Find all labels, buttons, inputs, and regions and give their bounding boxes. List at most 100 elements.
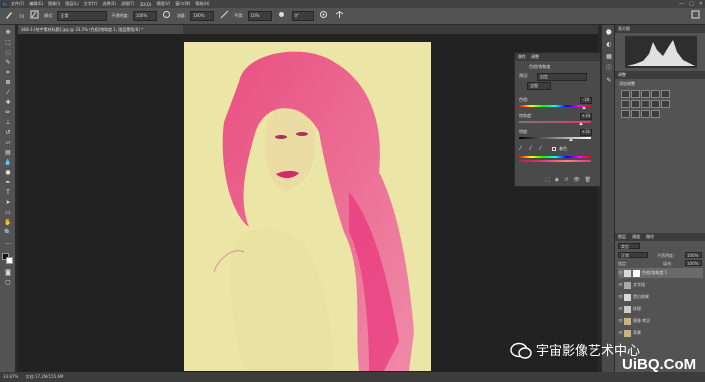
- blur-tool-icon[interactable]: 💧: [3, 159, 13, 167]
- layer-opacity-field[interactable]: 100%: [685, 252, 702, 258]
- gradient-tool-icon[interactable]: ▤: [3, 149, 13, 157]
- posterize-icon[interactable]: [631, 110, 640, 118]
- opacity-field[interactable]: 100%: [132, 11, 157, 21]
- layer-kind-filter[interactable]: 类型: [618, 243, 640, 249]
- pressure-size-icon[interactable]: [318, 10, 330, 22]
- document-canvas-image[interactable]: [184, 42, 431, 371]
- preset-select[interactable]: 自定: [537, 73, 587, 81]
- reset-icon[interactable]: ↺: [564, 177, 568, 185]
- menu-filter[interactable]: 滤镜(T): [121, 1, 135, 7]
- zoom-tool-icon[interactable]: 🔍: [3, 229, 13, 237]
- tab-properties[interactable]: 属性: [518, 53, 526, 61]
- mode-select[interactable]: 正常: [57, 11, 108, 21]
- photo-filter-icon[interactable]: [651, 100, 660, 108]
- swatches-panel-icon[interactable]: ▦: [605, 53, 613, 61]
- tab-adjustments[interactable]: 调整: [531, 53, 539, 61]
- clip-to-layer-icon[interactable]: ⬚: [545, 177, 550, 185]
- saturation-value-field[interactable]: +33: [580, 113, 592, 120]
- maximize-button[interactable]: □: [689, 0, 694, 8]
- move-tool-icon[interactable]: ✥: [3, 29, 13, 37]
- channel-select[interactable]: 全图: [527, 82, 551, 90]
- color-panel-icon[interactable]: ◐: [605, 41, 613, 49]
- menu-3d[interactable]: 3D(D): [140, 2, 152, 7]
- layer-row[interactable]: 👁 文字组: [618, 280, 703, 290]
- brush-size-value[interactable]: 74: [19, 14, 24, 19]
- adjustments-tab[interactable]: 调整: [615, 71, 705, 79]
- layer-row[interactable]: 👁 背景: [618, 328, 703, 338]
- brush-tool-preset-icon[interactable]: [3, 10, 15, 22]
- invert-icon[interactable]: [621, 110, 630, 118]
- document-tab[interactable]: 368-1-[哈宇素材标题].jpg @ 33.3% (色相/饱和度 1, 图层…: [18, 25, 183, 34]
- layer-row[interactable]: 👁 纹理: [618, 304, 703, 314]
- brush-settings-panel-icon[interactable]: [28, 10, 40, 22]
- healing-brush-tool-icon[interactable]: ✚: [3, 99, 13, 107]
- curves-icon[interactable]: [641, 90, 650, 98]
- lasso-tool-icon[interactable]: ◌: [3, 49, 13, 57]
- brush-angle-field[interactable]: 0°: [291, 11, 314, 21]
- rectangle-tool-icon[interactable]: ▭: [3, 209, 13, 217]
- eyedropper-minus-icon[interactable]: ⁄: [540, 145, 541, 152]
- layer-row[interactable]: 👁 色相/饱和度 1: [618, 268, 703, 278]
- menu-edit[interactable]: 编辑(E): [29, 1, 43, 7]
- layer-mask-thumbnail[interactable]: [633, 269, 640, 277]
- history-brush-tool-icon[interactable]: ↺: [3, 129, 13, 137]
- eraser-tool-icon[interactable]: ▱: [3, 139, 13, 147]
- black-white-icon[interactable]: [641, 100, 650, 108]
- lightness-slider-knob[interactable]: [569, 138, 573, 141]
- screen-mode-icon[interactable]: ▢: [3, 279, 13, 287]
- quick-mask-icon[interactable]: ◙: [3, 269, 13, 277]
- hue-value-field[interactable]: -30: [580, 97, 592, 104]
- clone-stamp-tool-icon[interactable]: ⊥: [3, 119, 13, 127]
- menu-select[interactable]: 选择(S): [102, 1, 116, 7]
- visibility-icon[interactable]: 👁: [573, 177, 579, 185]
- marquee-tool-icon[interactable]: ⬚: [3, 39, 13, 47]
- view-previous-icon[interactable]: ◉: [555, 177, 559, 185]
- airbrush-icon[interactable]: [218, 10, 230, 22]
- vibrance-icon[interactable]: [661, 90, 670, 98]
- brightness-contrast-icon[interactable]: [621, 90, 630, 98]
- background-color-swatch[interactable]: [6, 257, 13, 264]
- gradient-map-icon[interactable]: [651, 110, 660, 118]
- smoothing-field[interactable]: 10%: [247, 11, 272, 21]
- menu-file[interactable]: 文件(F): [11, 1, 24, 7]
- hue-slider[interactable]: [519, 105, 591, 107]
- eyedropper-tool-icon[interactable]: ⁄: [3, 89, 13, 97]
- menu-window[interactable]: 窗口(W): [175, 1, 190, 7]
- blend-mode-select[interactable]: 正常: [618, 252, 648, 258]
- colorize-checkbox[interactable]: [552, 147, 556, 151]
- quick-select-tool-icon[interactable]: ✎: [3, 59, 13, 67]
- brush-tool-icon[interactable]: ✏: [3, 109, 13, 117]
- type-tool-icon[interactable]: T: [3, 189, 13, 197]
- symmetry-icon[interactable]: [334, 10, 346, 22]
- workspace-icon[interactable]: [689, 10, 701, 22]
- menu-layer[interactable]: 图层(L): [65, 1, 78, 7]
- tab-paths[interactable]: 路径: [646, 233, 654, 241]
- hue-slider-knob[interactable]: [582, 106, 586, 109]
- menu-view[interactable]: 视图(V): [156, 1, 170, 7]
- threshold-icon[interactable]: [641, 110, 650, 118]
- brush-panel-icon[interactable]: ✎: [605, 77, 613, 85]
- info-panel-icon[interactable]: ⓘ: [605, 65, 613, 73]
- smoothing-settings-icon[interactable]: [276, 10, 288, 22]
- layer-row[interactable]: 👁 图像 拷贝: [618, 316, 703, 326]
- pen-tool-icon[interactable]: ✒: [3, 179, 13, 187]
- zoom-level[interactable]: 33.87%: [3, 374, 18, 379]
- eyedropper-plus-icon[interactable]: ⁄: [530, 145, 531, 152]
- color-balance-icon[interactable]: [631, 100, 640, 108]
- saturation-slider-knob[interactable]: [579, 122, 583, 125]
- menu-type[interactable]: 文字(Y): [84, 1, 98, 7]
- histogram-tab[interactable]: 直方图: [615, 25, 705, 33]
- hand-tool-icon[interactable]: ✋: [3, 219, 13, 227]
- menu-help[interactable]: 帮助(H): [195, 1, 209, 7]
- edit-toolbar-icon[interactable]: …: [3, 239, 13, 247]
- menu-image[interactable]: 图像(I): [48, 1, 60, 7]
- path-select-tool-icon[interactable]: ➤: [3, 199, 13, 207]
- delete-icon[interactable]: 🗑: [585, 177, 591, 185]
- eyedropper-icon[interactable]: ⁄: [520, 145, 521, 152]
- crop-tool-icon[interactable]: ⌗: [3, 69, 13, 77]
- levels-icon[interactable]: [631, 90, 640, 98]
- tab-channels[interactable]: 通道: [632, 233, 640, 241]
- fill-field[interactable]: 100%: [685, 260, 702, 266]
- history-panel-icon[interactable]: ⌚: [605, 29, 613, 37]
- pressure-opacity-icon[interactable]: [161, 10, 173, 22]
